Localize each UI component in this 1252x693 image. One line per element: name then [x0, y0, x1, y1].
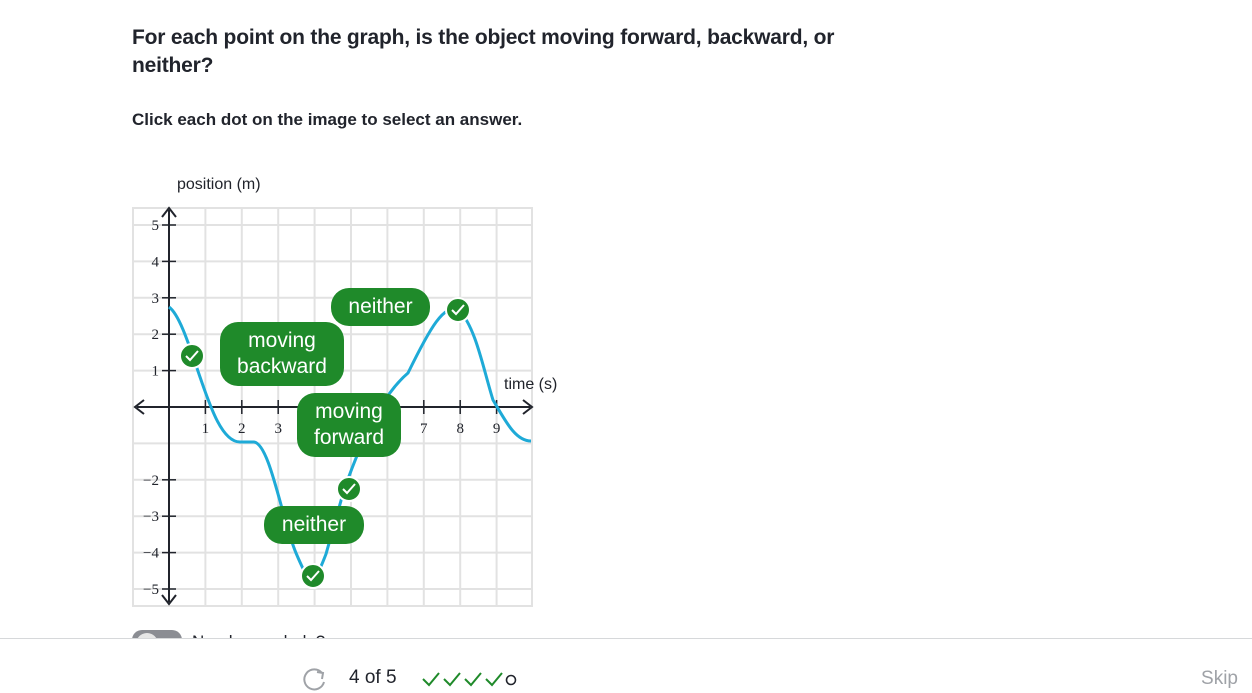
footer-bar: 4 of 5 Skip — [0, 638, 1252, 693]
y-tick-label: 5 — [152, 218, 160, 234]
skip-button[interactable]: Skip — [1201, 668, 1238, 690]
y-tick-label: −5 — [143, 582, 159, 598]
answer-label-neither-top[interactable]: neither — [331, 288, 430, 326]
y-tick-label: −3 — [143, 509, 159, 525]
progress-count: 4 of 5 — [349, 667, 397, 688]
progress-marks — [422, 672, 517, 687]
check-icon — [464, 672, 482, 687]
position-time-graph: 1 2 3 7 8 9 5 4 3 2 1 −2 −3 −4 −5 position (m) time (s… — [0, 160, 600, 630]
x-tick-label: 9 — [493, 421, 501, 437]
y-axis-label: position (m) — [177, 176, 261, 193]
y-tick-label: 2 — [152, 327, 160, 343]
answer-label-moving-backward[interactable]: moving backward — [220, 322, 344, 386]
graph-svg: 1 2 3 7 8 9 5 4 3 2 1 −2 −3 −4 −5 position (m) time (s… — [132, 176, 557, 607]
check-icon — [485, 672, 503, 687]
answer-label-moving-forward[interactable]: moving forward — [297, 393, 401, 457]
answer-label-text: moving forward — [313, 400, 385, 449]
x-axis-label: time (s) — [504, 376, 557, 393]
x-tick-label: 2 — [238, 421, 246, 437]
answer-label-text: moving backward — [237, 329, 327, 378]
check-icon — [443, 672, 461, 687]
x-tick-label: 3 — [274, 421, 282, 437]
x-tick-label: 8 — [456, 421, 464, 437]
answer-label-neither-bottom[interactable]: neither — [264, 506, 364, 544]
answer-label-text: neither — [281, 513, 347, 536]
try-again-icon[interactable] — [302, 667, 328, 693]
y-tick-label: −2 — [143, 473, 159, 489]
point-c[interactable] — [336, 476, 362, 502]
y-tick-label: 1 — [152, 364, 160, 380]
y-tick-label: 4 — [152, 254, 160, 270]
instruction-text: Click each dot on the image to select an… — [132, 110, 523, 129]
question-text: For each point on the graph, is the obje… — [132, 26, 835, 77]
x-tick-label: 7 — [420, 421, 428, 437]
answer-label-text: neither — [348, 295, 413, 318]
pending-circle-icon — [505, 674, 517, 686]
y-tick-label: 3 — [152, 291, 160, 307]
point-d[interactable] — [300, 563, 326, 589]
point-a[interactable] — [179, 343, 205, 369]
point-b[interactable] — [445, 297, 471, 323]
x-tick-label: 1 — [202, 421, 210, 437]
y-tick-label: −4 — [143, 546, 159, 562]
check-icon — [422, 672, 440, 687]
